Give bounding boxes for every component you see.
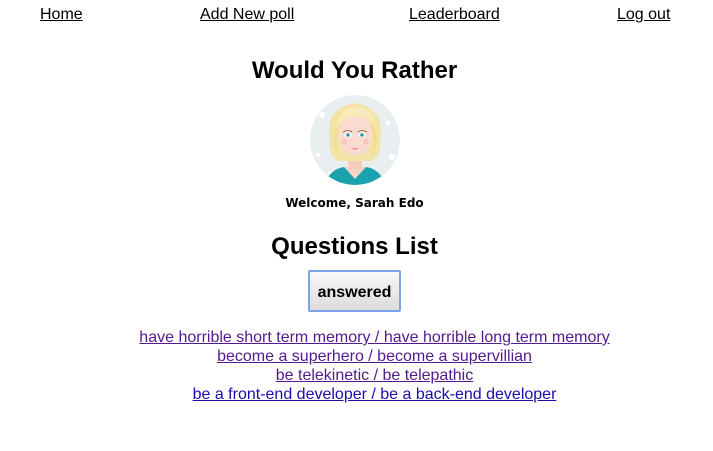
question-link[interactable]: become a superhero / become a supervilli… [217, 348, 532, 365]
nav-leaderboard-link[interactable]: Leaderboard [409, 6, 500, 24]
avatar [310, 95, 400, 185]
avatar-woman-blonde-icon [310, 95, 400, 185]
top-nav: Home Add New poll Leaderboard Log out [0, 6, 713, 26]
welcome-text: Welcome, Sarah Edo [285, 196, 424, 210]
question-link[interactable]: be a front-end developer / be a back-end… [193, 386, 557, 403]
list-item: be telekinetic / be telepathic [0, 366, 713, 385]
list-item: be a front-end developer / be a back-end… [0, 385, 713, 404]
question-link[interactable]: be telekinetic / be telepathic [276, 367, 473, 384]
answered-toggle-button[interactable]: answered [308, 270, 401, 312]
questions-list: have horrible short term memory / have h… [0, 328, 713, 404]
questions-list-title: Questions List [271, 233, 438, 260]
list-item: become a superhero / become a supervilli… [0, 347, 713, 366]
page: Home Add New poll Leaderboard Log out Wo… [0, 0, 713, 451]
app-title: Would You Rather [251, 57, 458, 84]
nav-logout-link[interactable]: Log out [617, 6, 670, 24]
nav-add-poll-link[interactable]: Add New poll [200, 6, 294, 24]
nav-home-link[interactable]: Home [40, 6, 83, 24]
question-link[interactable]: have horrible short term memory / have h… [139, 329, 609, 346]
list-item: have horrible short term memory / have h… [0, 328, 713, 347]
